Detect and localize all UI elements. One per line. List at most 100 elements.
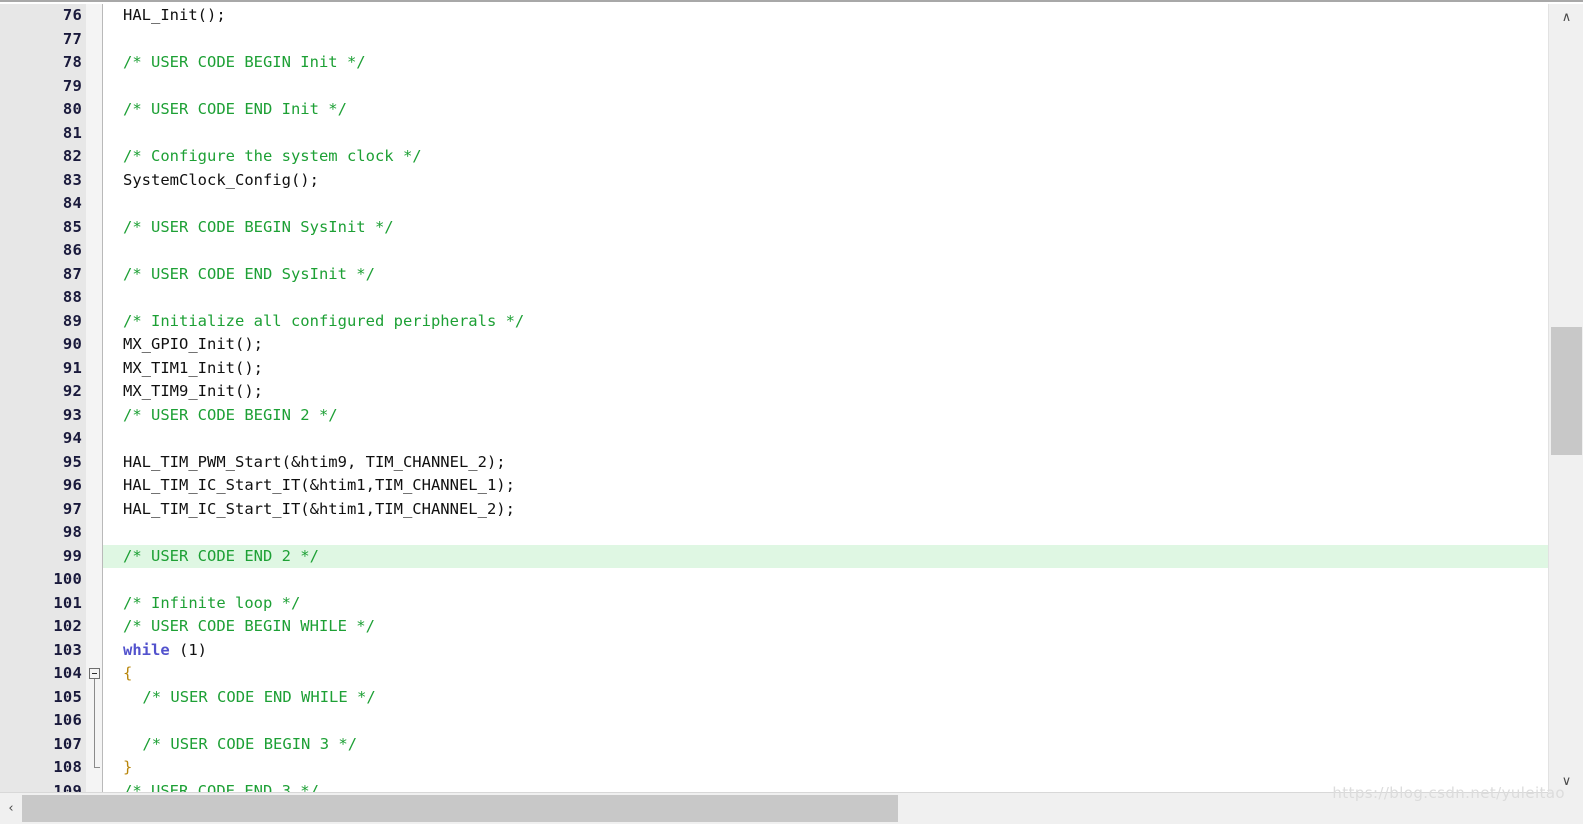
fold-column[interactable]	[86, 215, 103, 239]
code-line[interactable]: 103 while (1)	[0, 638, 1548, 663]
code-line-text[interactable]: MX_GPIO_Init();	[103, 333, 263, 357]
code-line[interactable]: 94	[0, 427, 1548, 451]
code-line-text[interactable]: /* Configure the system clock */	[103, 145, 422, 169]
fold-column[interactable]	[86, 732, 103, 756]
code-line-text[interactable]: /* USER CODE END SysInit */	[103, 263, 375, 287]
code-line-text[interactable]: {	[103, 662, 132, 686]
code-line-text[interactable]: while (1)	[103, 639, 207, 663]
scroll-down-icon[interactable]: ∨	[1549, 768, 1583, 794]
fold-column[interactable]	[86, 615, 103, 639]
code-line[interactable]: 90 MX_GPIO_Init();	[0, 333, 1548, 357]
code-line-text[interactable]: MX_TIM9_Init();	[103, 380, 263, 404]
code-line[interactable]: 101 /* Infinite loop */	[0, 591, 1548, 616]
vertical-scrollbar[interactable]: ∧ ∨	[1548, 4, 1583, 794]
code-line[interactable]: 80 /* USER CODE END Init */	[0, 98, 1548, 122]
code-line[interactable]: 79	[0, 74, 1548, 99]
code-line[interactable]: 85 /* USER CODE BEGIN SysInit */	[0, 215, 1548, 240]
code-line-text[interactable]	[103, 286, 123, 310]
code-line[interactable]: 108}	[0, 756, 1548, 780]
code-line[interactable]: 96 HAL_TIM_IC_Start_IT(&htim1,TIM_CHANNEL…	[0, 474, 1548, 498]
code-line-text[interactable]: /* USER CODE BEGIN Init */	[103, 51, 366, 75]
fold-column[interactable]	[86, 239, 103, 263]
code-line[interactable]: 86	[0, 239, 1548, 263]
scroll-left-icon[interactable]: ‹	[0, 793, 22, 824]
fold-column[interactable]	[86, 568, 103, 592]
fold-column[interactable]	[86, 286, 103, 310]
code-line-text[interactable]	[103, 239, 123, 263]
code-line-text[interactable]: HAL_TIM_IC_Start_IT(&htim1,TIM_CHANNEL_1…	[103, 474, 515, 498]
code-line[interactable]: 88	[0, 286, 1548, 310]
code-line-text[interactable]	[103, 28, 123, 52]
code-line-text[interactable]: HAL_TIM_PWM_Start(&htim9, TIM_CHANNEL_2)…	[103, 451, 506, 475]
code-line-text[interactable]: HAL_Init();	[103, 4, 226, 28]
fold-column[interactable]	[86, 356, 103, 380]
code-line[interactable]: 89 /* Initialize all configured periphera…	[0, 309, 1548, 334]
code-line-text[interactable]: }	[103, 756, 132, 780]
code-line[interactable]: 100	[0, 568, 1548, 592]
code-line[interactable]: 102 /* USER CODE BEGIN WHILE */	[0, 615, 1548, 639]
code-line[interactable]: 76 HAL_Init();	[0, 4, 1548, 28]
fold-column[interactable]	[86, 403, 103, 427]
fold-column[interactable]	[86, 638, 103, 662]
horizontal-scrollbar-thumb[interactable]	[22, 795, 898, 822]
fold-column[interactable]	[86, 497, 103, 521]
code-line-text[interactable]: MX_TIM1_Init();	[103, 357, 263, 381]
code-line-text[interactable]	[103, 122, 123, 146]
fold-column[interactable]	[86, 262, 103, 286]
code-line-text[interactable]: /* USER CODE BEGIN SysInit */	[103, 216, 394, 240]
code-line[interactable]: 106	[0, 709, 1548, 733]
code-line-text[interactable]: /* USER CODE BEGIN 2 */	[103, 404, 338, 428]
vertical-scrollbar-thumb[interactable]	[1551, 327, 1582, 455]
fold-column[interactable]	[86, 427, 103, 451]
fold-column[interactable]	[86, 74, 103, 98]
fold-column[interactable]	[86, 591, 103, 615]
code-line[interactable]: 95 HAL_TIM_PWM_Start(&htim9, TIM_CHANNEL_…	[0, 450, 1548, 475]
code-line-text[interactable]	[103, 521, 123, 545]
code-line[interactable]: 78 /* USER CODE BEGIN Init */	[0, 51, 1548, 75]
fold-column[interactable]	[86, 662, 103, 686]
fold-column[interactable]	[86, 121, 103, 145]
code-line[interactable]: 82 /* Configure the system clock */	[0, 145, 1548, 169]
code-scroll-area[interactable]: 76 HAL_Init(); 77 78 /* USER CODE BEGIN Init…	[0, 4, 1548, 794]
code-line[interactable]: 105 /* USER CODE END WHILE */	[0, 685, 1548, 710]
code-line[interactable]: 91 MX_TIM1_Init();	[0, 356, 1548, 381]
horizontal-scrollbar[interactable]: ‹ ›	[0, 792, 1583, 824]
fold-column[interactable]	[86, 4, 103, 28]
fold-column[interactable]	[86, 333, 103, 357]
fold-column[interactable]	[86, 98, 103, 122]
code-line-text[interactable]: /* Initialize all configured peripherals…	[103, 310, 524, 334]
fold-column[interactable]	[86, 521, 103, 545]
code-line-text[interactable]: /* Infinite loop */	[103, 592, 300, 616]
code-line-text[interactable]	[103, 75, 123, 99]
code-line-text[interactable]: /* USER CODE END WHILE */	[103, 686, 375, 710]
code-line-text[interactable]	[103, 192, 123, 216]
code-line-text[interactable]: HAL_TIM_IC_Start_IT(&htim1,TIM_CHANNEL_2…	[103, 498, 515, 522]
code-line[interactable]: 87 /* USER CODE END SysInit */	[0, 262, 1548, 287]
fold-column[interactable]	[86, 51, 103, 75]
code-line-text[interactable]	[103, 568, 123, 592]
fold-column[interactable]	[86, 450, 103, 474]
code-line-text[interactable]	[103, 709, 142, 733]
code-line[interactable]: 84	[0, 192, 1548, 216]
fold-collapse-icon[interactable]	[89, 668, 100, 679]
code-line[interactable]: 97 HAL_TIM_IC_Start_IT(&htim1,TIM_CHANNEL…	[0, 497, 1548, 522]
code-line-text[interactable]: /* USER CODE END 2 */	[103, 545, 319, 569]
fold-column[interactable]	[86, 145, 103, 169]
code-line[interactable]: 98	[0, 521, 1548, 545]
code-line-text[interactable]: /* USER CODE END Init */	[103, 98, 347, 122]
fold-column[interactable]	[86, 380, 103, 404]
code-line-text[interactable]	[103, 427, 123, 451]
fold-column[interactable]	[86, 685, 103, 709]
scroll-up-icon[interactable]: ∧	[1549, 4, 1583, 30]
code-line[interactable]: 81	[0, 121, 1548, 146]
code-line-text[interactable]: /* USER CODE BEGIN WHILE */	[103, 615, 375, 639]
fold-column[interactable]	[86, 27, 103, 51]
code-line[interactable]: 93 /* USER CODE BEGIN 2 */	[0, 403, 1548, 428]
fold-column[interactable]	[86, 756, 103, 780]
code-line-text[interactable]: SystemClock_Config();	[103, 169, 319, 193]
code-line[interactable]: 83 SystemClock_Config();	[0, 168, 1548, 193]
fold-column[interactable]	[86, 192, 103, 216]
code-line[interactable]: 107 /* USER CODE BEGIN 3 */	[0, 732, 1548, 756]
code-line[interactable]: 99 /* USER CODE END 2 */	[0, 544, 1548, 569]
fold-column[interactable]	[86, 474, 103, 498]
